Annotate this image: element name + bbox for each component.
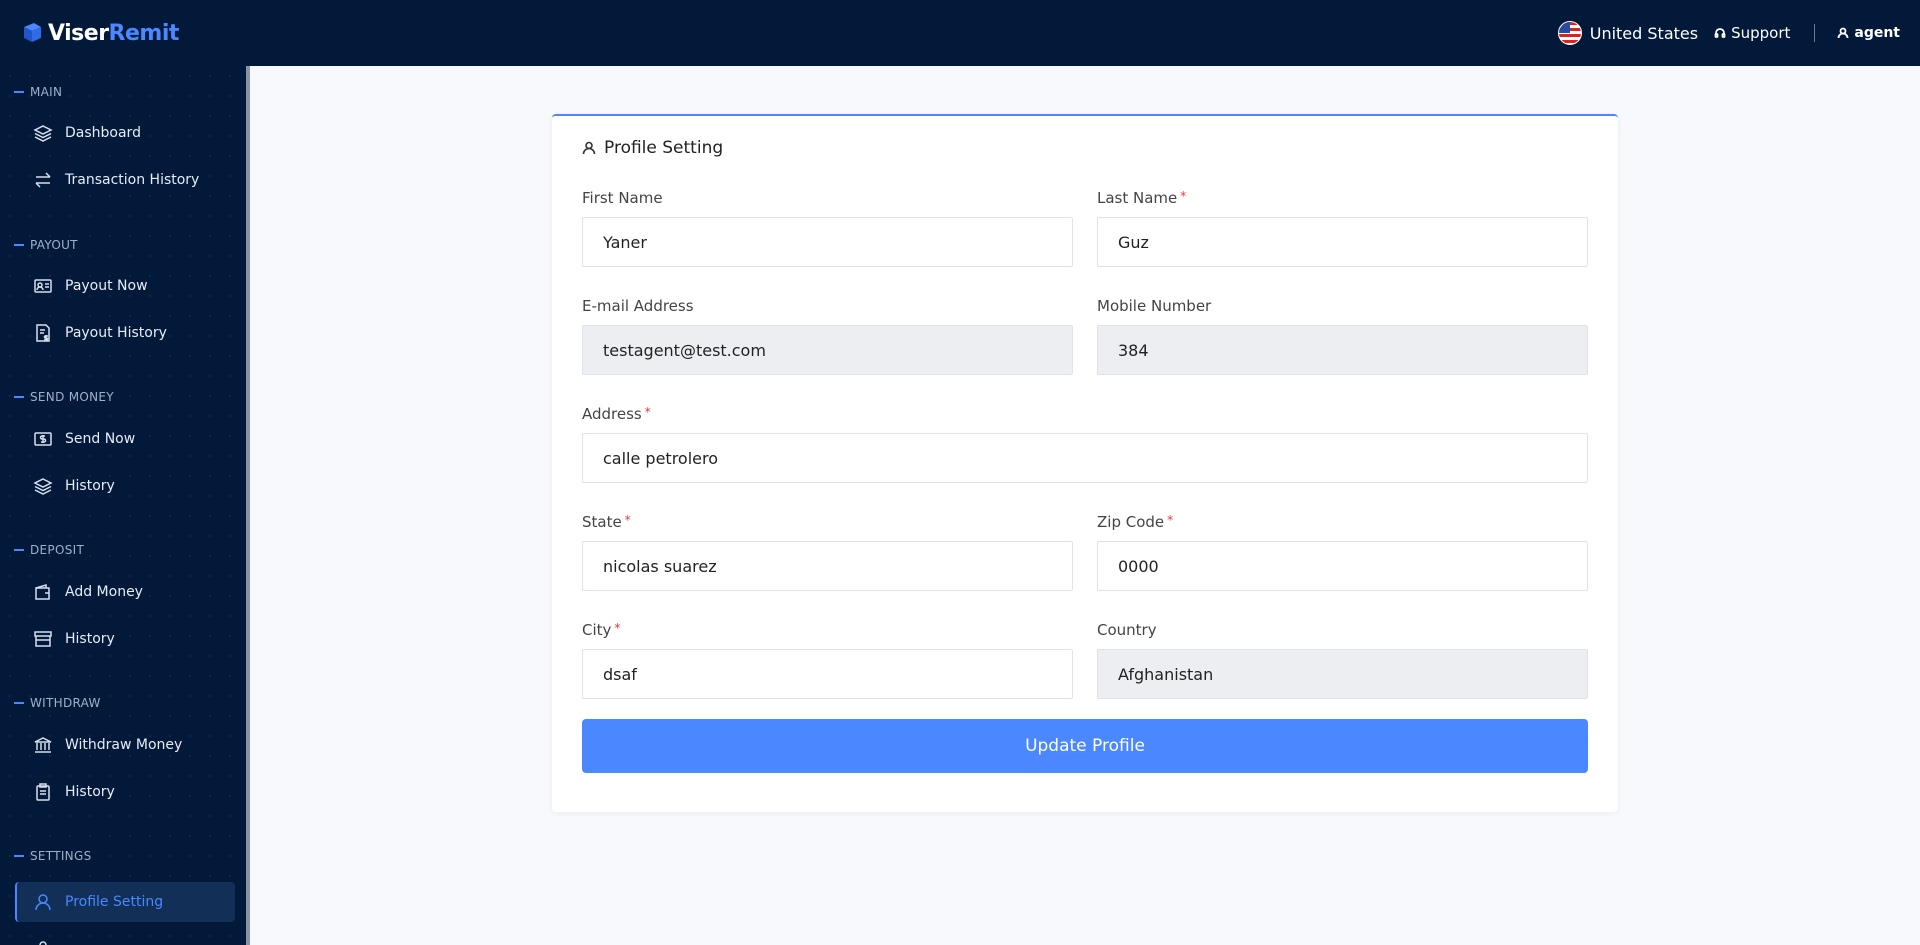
sidebar-item-send-now[interactable]: Send Now [15,419,235,459]
zip-code-input[interactable]: 0000 [1097,541,1588,591]
last-name-input[interactable]: Guz [1097,217,1588,267]
logo-icon [24,23,41,42]
wallet-icon [35,583,50,600]
bank-icon [34,737,52,753]
sidebar-item-label: Withdraw Money [65,737,183,753]
sidebar-item-label: Payout History [65,325,167,341]
logo-text-primary: Viser [48,20,109,46]
mobile-label: Mobile Number [1097,297,1212,315]
sidebar-item-add-money[interactable]: Add Money [15,572,235,612]
address-label: Address * [582,405,651,423]
country-field[interactable]: Afghanistan [1097,649,1588,699]
mobile-field[interactable]: 384 [1097,325,1588,375]
user-menu[interactable]: agent [1837,25,1900,41]
section-withdraw: WITHDRAW [0,693,101,713]
support-link[interactable]: Support [1714,24,1790,42]
email-field[interactable]: testagent@test.com [582,325,1073,375]
email-label: E-mail Address [582,297,694,315]
card-title: Profile Setting [582,138,723,158]
sidebar-item-payout-now[interactable]: Payout Now [15,266,235,306]
sidebar-item-label: Payout Now [65,278,148,294]
section-main: MAIN [0,82,62,102]
money-bill-icon [34,432,52,446]
user-icon [582,141,596,155]
city-label: City * [582,621,621,639]
layers-icon [33,125,53,142]
sidebar-item-withdraw-money[interactable]: Withdraw Money [15,725,235,765]
sidebar-item-label: Send Now [65,431,136,447]
sidebar-item-profile-setting[interactable]: Profile Setting [15,882,235,922]
sidebar-item-transaction-history[interactable]: Transaction History [15,160,235,200]
first-name-input[interactable]: Yaner [582,217,1073,267]
sidebar-item-label: History [65,478,115,494]
section-deposit: DEPOSIT [0,540,84,560]
sidebar-item-label: Transaction History [65,172,200,188]
sidebar-item-password-setting[interactable] [15,929,235,945]
sidebar: MAIN Dashboard Transaction History PAYOU… [0,66,250,945]
us-flag-icon [1557,21,1582,45]
update-profile-button[interactable]: Update Profile [582,719,1588,773]
section-send-money: SEND MONEY [0,387,114,407]
zip-code-label: Zip Code * [1097,513,1174,531]
country-label: Country [1097,621,1157,639]
section-payout: PAYOUT [0,235,78,255]
country-label: United States [1589,23,1699,43]
sidebar-item-dashboard[interactable]: Dashboard [15,113,235,153]
sidebar-item-deposit-history[interactable]: History [15,619,235,659]
sidebar-item-label: Profile Setting [65,894,164,910]
user-icon [1837,27,1849,39]
logo[interactable]: Viser Remit [20,21,179,46]
sidebar-item-label: Add Money [65,584,143,600]
sidebar-item-label: History [65,631,115,647]
headphones-icon [1714,28,1726,38]
last-name-label: Last Name * [1097,189,1187,207]
sidebar-item-label: Dashboard [65,125,141,141]
sidebar-item-send-history[interactable]: History [15,466,235,506]
state-label: State * [582,513,631,531]
state-input[interactable]: nicolas suarez [582,541,1073,591]
sidebar-scrollbar[interactable] [246,66,250,945]
section-settings: SETTINGS [0,846,91,866]
archive-icon [34,631,52,647]
top-navbar: Viser Remit United States Support agent [0,0,1920,66]
sidebar-item-withdraw-history[interactable]: History [15,772,235,812]
logo-text-accent: Remit [108,20,180,46]
first-name-label: First Name [582,189,663,207]
city-input[interactable]: dsaf [582,649,1073,699]
header-divider [1814,24,1816,42]
profile-setting-card: Profile Setting First Name Yaner Last Na… [552,114,1618,812]
user-icon [35,894,51,911]
country-selector[interactable]: United States [1557,21,1699,45]
receipt-dollar-icon [36,324,50,342]
address-input[interactable]: calle petrolero [582,433,1588,483]
lock-icon [39,941,47,945]
arrows-exchange-icon [35,172,51,188]
sidebar-item-label: History [65,784,115,800]
id-card-icon [34,279,52,293]
user-name: agent [1854,25,1900,41]
sidebar-item-payout-history[interactable]: Payout History [15,313,235,353]
support-label: Support [1731,24,1791,42]
layers-icon [33,478,53,495]
card-title-text: Profile Setting [604,138,724,158]
clipboard-icon [36,783,50,801]
